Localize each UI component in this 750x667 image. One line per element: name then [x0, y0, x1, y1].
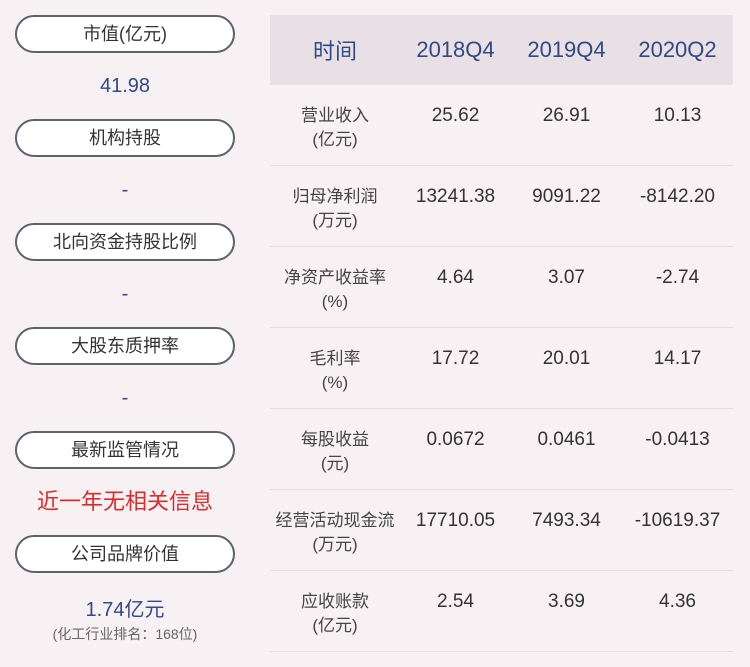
metric-name: 归母净利润 — [292, 187, 378, 206]
metric-name: 应收账款 — [301, 592, 369, 611]
metric-name: 净资产收益率 — [284, 268, 386, 287]
table-cell: 7493.34 — [532, 510, 601, 531]
header-2020q2: 2020Q2 — [638, 37, 717, 62]
header-time: 时间 — [312, 39, 357, 64]
table-cell: 20.01 — [542, 348, 591, 369]
table-cell: 14.17 — [653, 348, 702, 369]
row-label: 应收账款 (亿元) — [270, 571, 400, 651]
table-cell: 13241.38 — [415, 186, 496, 207]
metric-unit: (%) — [321, 373, 349, 392]
table-header: 时间 2018Q4 2019Q4 2020Q2 — [270, 15, 733, 85]
metric-unit: (万元) — [312, 535, 358, 554]
table-cell: 3.69 — [548, 591, 585, 612]
table-cell: 25.62 — [431, 105, 480, 126]
table-row: 毛利率 (%) 17.72 20.01 14.17 — [270, 328, 733, 409]
brand-value-rank-note: (化工行业排名：168位) — [52, 626, 198, 642]
regulatory-status-label: 最新监管情况 — [15, 431, 235, 469]
table-cell: -0.0413 — [645, 429, 710, 450]
table-cell: 0.0672 — [426, 429, 485, 450]
table-row: 净资产收益率 (%) 4.64 3.07 -2.74 — [270, 247, 733, 328]
row-label: 经营活动现金流 (万元) — [270, 490, 400, 570]
table-cell: 4.64 — [437, 267, 474, 288]
metric-unit: (元) — [320, 454, 350, 473]
table-cell: 17.72 — [431, 348, 480, 369]
table-row: 归母净利润 (万元) 13241.38 9091.22 -8142.20 — [270, 166, 733, 247]
metric-unit: (%) — [321, 292, 349, 311]
metric-name: 毛利率 — [309, 349, 361, 368]
table-cell: 4.36 — [659, 591, 696, 612]
table-cell: -2.74 — [655, 267, 700, 288]
table-cell: 9091.22 — [532, 186, 601, 207]
row-label: 毛利率 (%) — [270, 328, 400, 408]
metric-unit: (万元) — [312, 211, 358, 230]
metric-name: 营业收入 — [301, 106, 369, 125]
pledge-ratio-value: - — [121, 387, 129, 409]
table-row: 应收账款 (亿元) 2.54 3.69 4.36 — [270, 571, 733, 652]
table-cell: 3.07 — [548, 267, 585, 288]
row-label: 营业收入 (亿元) — [270, 85, 400, 165]
metric-name: 每股收益 — [301, 430, 369, 449]
northbound-holding-value: - — [121, 283, 129, 305]
header-2019q4: 2019Q4 — [527, 37, 606, 62]
table-row: 营业收入 (亿元) 25.62 26.91 10.13 — [270, 85, 733, 166]
table-cell: 0.0461 — [537, 429, 596, 450]
table-cell: -10619.37 — [634, 510, 721, 531]
metric-name: 经营活动现金流 — [275, 511, 395, 530]
financial-table: 时间 2018Q4 2019Q4 2020Q2 营业收入 (亿元) 25.62 … — [270, 15, 733, 652]
metric-unit: (亿元) — [312, 616, 358, 635]
northbound-holding-label: 北向资金持股比例 — [15, 223, 235, 261]
table-cell: -8142.20 — [639, 186, 715, 207]
pledge-ratio-label: 大股东质押率 — [15, 327, 235, 365]
table-cell: 17710.05 — [415, 510, 496, 531]
row-label: 归母净利润 (万元) — [270, 166, 400, 246]
market-cap-value: 41.98 — [99, 75, 151, 97]
metric-unit: (亿元) — [312, 130, 358, 149]
indicator-panel: 市值(亿元) 41.98 机构持股 - 北向资金持股比例 - 大股东质押率 - … — [15, 15, 235, 642]
market-cap-label: 市值(亿元) — [15, 15, 235, 53]
institution-holding-label: 机构持股 — [15, 119, 235, 157]
institution-holding-value: - — [121, 179, 129, 201]
brand-value-amount: 1.74亿元 — [85, 599, 165, 621]
table-row: 每股收益 (元) 0.0672 0.0461 -0.0413 — [270, 409, 733, 490]
brand-value: 1.74亿元 (化工行业排名：168位) — [15, 573, 235, 642]
header-2018q4: 2018Q4 — [416, 37, 495, 62]
row-label: 净资产收益率 (%) — [270, 247, 400, 327]
table-cell: 2.54 — [437, 591, 474, 612]
brand-value-label: 公司品牌价值 — [15, 535, 235, 573]
regulatory-status-value: 近一年无相关信息 — [36, 489, 213, 514]
table-row: 经营活动现金流 (万元) 17710.05 7493.34 -10619.37 — [270, 490, 733, 571]
table-cell: 10.13 — [653, 105, 702, 126]
table-cell: 26.91 — [542, 105, 591, 126]
row-label: 每股收益 (元) — [270, 409, 400, 489]
